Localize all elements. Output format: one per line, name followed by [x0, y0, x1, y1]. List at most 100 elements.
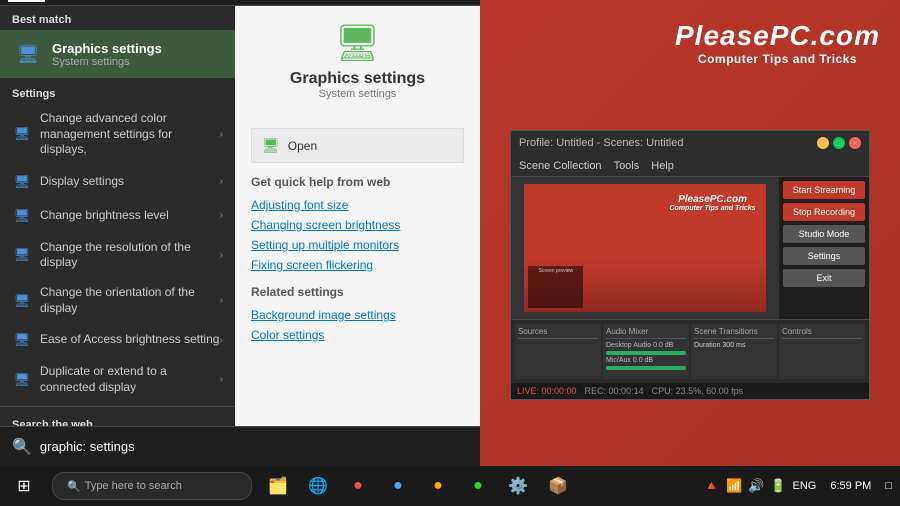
panel-subtitle: System settings [319, 88, 397, 100]
related-item-0[interactable]: Background image settings [251, 305, 464, 325]
search-box: 🔍 [0, 426, 480, 466]
tray-lang[interactable]: ENG [793, 480, 817, 492]
obs-transitions-title: Scene Transitions [694, 327, 774, 339]
brightness-icon: 🖥 [12, 206, 32, 226]
obs-controls-panel: Controls [779, 324, 865, 379]
search-magnifier-icon: 🔍 [12, 437, 32, 457]
obs-live-status: LIVE: 00:00:00 [517, 386, 577, 396]
start-icon: ⊞ [17, 476, 30, 496]
orientation-text: Change the orientation of the display [40, 285, 220, 316]
tray-volume-icon[interactable]: 🔊 [748, 478, 764, 494]
quick-help-item-0[interactable]: Adjusting font size [251, 195, 464, 215]
quick-help-item-2[interactable]: Setting up multiple monitors [251, 235, 464, 255]
settings-item-ease-of-access[interactable]: 🖥 Ease of Access brightness setting › [0, 323, 235, 357]
duplicate-left: 🖥 Duplicate or extend to a connected dis… [12, 364, 220, 395]
open-label: Open [288, 139, 317, 153]
settings-section-label: Settings [0, 80, 235, 104]
right-panel: 🖥 Graphics settings System settings 🖥 Op… [235, 6, 480, 426]
chevron-icon-5: › [220, 335, 223, 346]
best-match-title: Graphics settings [52, 41, 162, 56]
tab-more[interactable]: More ▾ [284, 0, 345, 2]
obs-status-bar: LIVE: 00:00:00 REC: 00:00:14 CPU: 23.5%,… [511, 383, 869, 399]
obs-audio-bar [606, 351, 686, 355]
obs-audio-title: Audio Mixer [606, 327, 686, 339]
obs-menu-tools[interactable]: Tools [614, 160, 640, 172]
taskbar-clock[interactable]: 6:59 PM [822, 480, 879, 492]
open-action[interactable]: 🖥 Open [251, 128, 464, 163]
panel-monitor-icon: 🖥 [335, 22, 381, 64]
chevron-icon-0: › [220, 129, 223, 140]
settings-item-resolution[interactable]: 🖥 Change the resolution of the display › [0, 233, 235, 278]
tray-network-icon[interactable]: 📶 [726, 478, 742, 494]
tray-notification-icon[interactable]: □ [885, 480, 892, 492]
settings-item-duplicate[interactable]: 🖥 Duplicate or extend to a connected dis… [0, 357, 235, 402]
obs-menubar: Scene Collection Tools Help [511, 155, 869, 177]
tab-email[interactable]: Email [181, 0, 235, 2]
ease-left: 🖥 Ease of Access brightness setting [12, 330, 219, 350]
obs-titlebar: Profile: Untitled - Scenes: Untitled – □… [511, 131, 869, 155]
start-button[interactable]: ⊞ [0, 466, 48, 506]
obs-minimize-button[interactable]: – [817, 137, 829, 149]
chevron-icon-1: › [220, 176, 223, 187]
quick-help-item-3[interactable]: Fixing screen flickering [251, 255, 464, 275]
color-management-icon: 🖥 [12, 124, 32, 144]
obs-start-streaming-button[interactable]: Start Streaming [783, 181, 865, 199]
tray-arrow-icon[interactable]: 🔺 [704, 478, 720, 494]
obs-scene-transitions-panel: Scene Transitions Duration 300 ms [691, 324, 777, 379]
settings-item-brightness[interactable]: 🖥 Change brightness level › [0, 199, 235, 233]
obs-maximize-button[interactable]: □ [833, 137, 845, 149]
settings-item-color-management[interactable]: 🖥 Change advanced color management setti… [0, 104, 235, 165]
obs-preview-inner: PleasePC.com Computer Tips and Tricks Sc… [524, 184, 765, 312]
obs-menu-help[interactable]: Help [651, 160, 674, 172]
taskbar-icon-6[interactable]: ⚙️ [500, 468, 536, 504]
best-match-item[interactable]: 🖥 Graphics settings System settings [0, 30, 235, 78]
settings-item-orientation[interactable]: 🖥 Change the orientation of the display … [0, 278, 235, 323]
search-input[interactable] [40, 439, 468, 454]
duplicate-text: Duplicate or extend to a connected displ… [40, 364, 220, 395]
tagline: Computer Tips and Tricks [675, 52, 880, 66]
related-item-1[interactable]: Color settings [251, 325, 464, 345]
panel-title: Graphics settings [290, 70, 425, 88]
tab-apps[interactable]: Apps [45, 0, 96, 2]
obs-window-controls: – □ × [817, 137, 861, 149]
open-icon: 🖥 [262, 137, 280, 154]
taskbar-search-icon: 🔍 [67, 480, 81, 493]
obs-settings-button[interactable]: Settings [783, 247, 865, 265]
obs-close-button[interactable]: × [849, 137, 861, 149]
display-text: Display settings [40, 174, 124, 190]
tab-web[interactable]: Web [235, 0, 283, 2]
color-management-text: Change advanced color management setting… [40, 111, 220, 158]
obs-studio-mode-button[interactable]: Studio Mode [783, 225, 865, 243]
obs-bottom-bar: Sources Audio Mixer Desktop Audio 0.0 dB… [511, 319, 869, 399]
quick-help-item-1[interactable]: Changing screen brightness [251, 215, 464, 235]
taskbar-icon-1[interactable]: 🌐 [300, 468, 336, 504]
start-menu: All Apps Documents Email Web More ▾ 5 🏆 … [0, 0, 480, 466]
obs-controls-title: Controls [782, 327, 862, 339]
tray-battery-icon[interactable]: 🔋 [770, 478, 786, 494]
settings-item-display[interactable]: 🖥 Display settings › [0, 165, 235, 199]
resolution-icon: 🖥 [12, 245, 32, 265]
obs-mic-aux: Mic/Aux 0.0 dB [606, 357, 686, 364]
taskbar-icon-5[interactable]: ● [460, 468, 496, 504]
taskbar-icon-2[interactable]: ● [340, 468, 376, 504]
taskbar-search-box[interactable]: 🔍 Type here to search [52, 472, 252, 500]
taskbar-icon-7[interactable]: 📦 [540, 468, 576, 504]
left-panel: Best match 🖥 Graphics settings System se… [0, 6, 235, 426]
taskbar-search-placeholder: Type here to search [85, 480, 182, 492]
watermark: PleasePC.com Computer Tips and Tricks [675, 20, 880, 66]
taskbar-icon-4[interactable]: ● [420, 468, 456, 504]
obs-preview: PleasePC.com Computer Tips and Tricks Sc… [511, 177, 779, 319]
obs-exit-button[interactable]: Exit [783, 269, 865, 287]
obs-stop-recording-button[interactable]: Stop Recording [783, 203, 865, 221]
obs-window: Profile: Untitled - Scenes: Untitled – □… [510, 130, 870, 400]
tab-all[interactable]: All [8, 0, 45, 2]
chevron-icon-3: › [220, 250, 223, 261]
chevron-icon-4: › [220, 295, 223, 306]
panel-header: 🖥 Graphics settings System settings [251, 22, 464, 112]
site-name: PleasePC.com [675, 20, 880, 52]
obs-menu-scene-collection[interactable]: Scene Collection [519, 160, 602, 172]
taskbar-icon-0[interactable]: 🗂️ [260, 468, 296, 504]
taskbar-icon-3[interactable]: ● [380, 468, 416, 504]
tab-documents[interactable]: Documents [97, 0, 182, 2]
display-icon: 🖥 [12, 172, 32, 192]
